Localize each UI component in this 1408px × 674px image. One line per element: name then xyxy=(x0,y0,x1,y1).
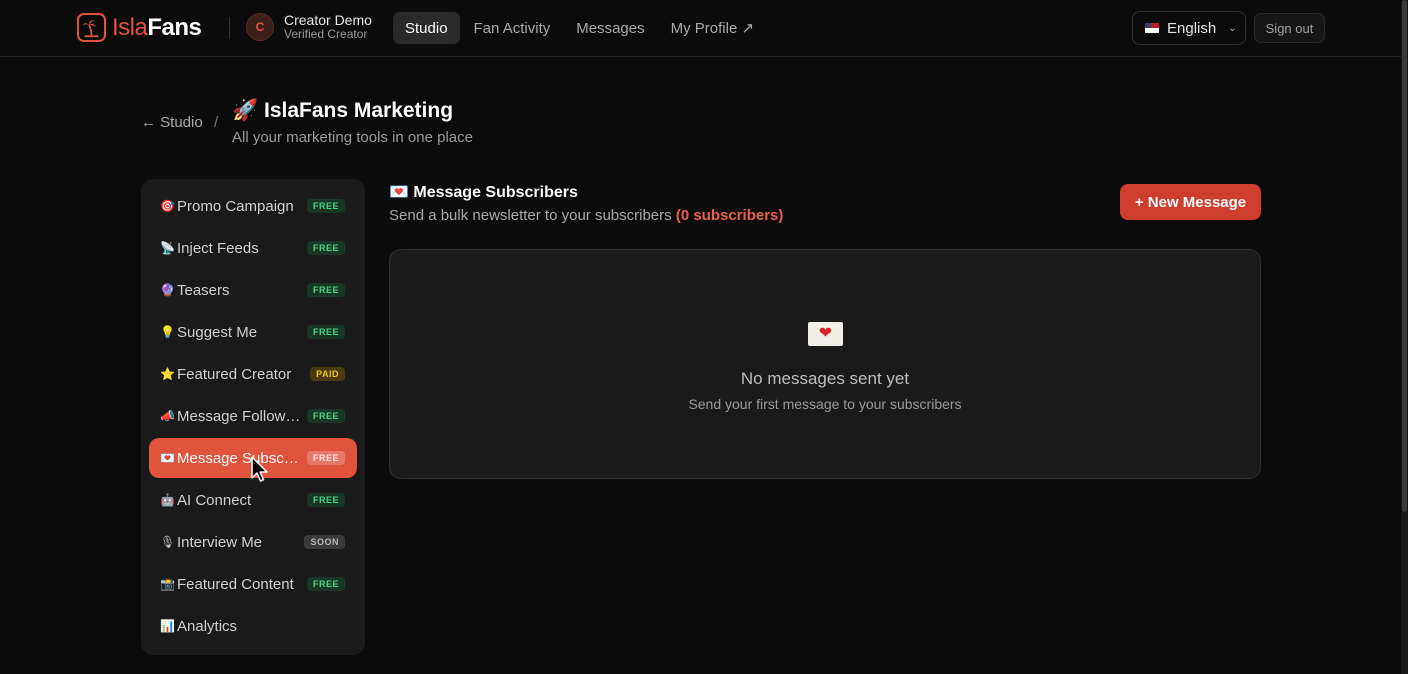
breadcrumb-separator: / xyxy=(214,114,219,131)
nav-messages[interactable]: Messages xyxy=(564,12,656,44)
paid-badge: PAID xyxy=(310,367,345,381)
sidebar-item-label: Suggest Me xyxy=(177,323,258,341)
marketing-sidebar: 🎯 Promo Campaign FREE 📡 Inject Feeds FRE… xyxy=(141,179,365,655)
robot-icon: 🤖 xyxy=(160,493,175,507)
mouse-cursor-icon xyxy=(251,456,268,482)
us-flag-icon xyxy=(1145,23,1159,33)
main-nav: Studio Fan Activity Messages My Profile … xyxy=(393,12,766,44)
empty-state-subtitle: Send your first message to your subscrib… xyxy=(688,396,962,412)
sidebar-item-featured-content[interactable]: 📸 Featured Content FREE xyxy=(149,564,357,604)
sidebar-item-interview-me[interactable]: 🎙 Interview Me SOON xyxy=(149,522,357,562)
megaphone-icon: 📣 xyxy=(160,409,175,423)
sidebar-item-label: AI Connect xyxy=(177,491,252,509)
back-to-studio-link[interactable]: ← Studio xyxy=(141,114,203,131)
free-badge: FREE xyxy=(306,409,345,423)
free-badge: FREE xyxy=(306,199,345,213)
sidebar-item-featured-creator[interactable]: ⭐ Featured Creator PAID xyxy=(149,354,357,394)
section-subtitle-text: Send a bulk newsletter to your subscribe… xyxy=(389,207,672,224)
page-title: 🚀 IslaFans Marketing xyxy=(232,99,454,122)
sidebar-item-label: Analytics xyxy=(177,617,238,635)
scrollbar-thumb[interactable] xyxy=(1402,0,1407,512)
sidebar-item-teasers[interactable]: 🔮 Teasers FREE xyxy=(149,270,357,310)
free-badge: FREE xyxy=(306,493,345,507)
sidebar-item-label: Promo Campaign xyxy=(177,197,294,215)
nav-my-profile[interactable]: My Profile ↗ xyxy=(659,12,766,44)
sidebar-item-message-followers[interactable]: 📣 Message Followers FREE xyxy=(149,396,357,436)
microphone-icon: 🎙 xyxy=(160,535,176,549)
bar-chart-icon: 📊 xyxy=(160,619,175,633)
top-bar: IslaFans C Creator Demo Verified Creator… xyxy=(0,0,1401,57)
sidebar-item-inject-feeds[interactable]: 📡 Inject Feeds FREE xyxy=(149,228,357,268)
sidebar-item-label: Interview Me xyxy=(177,533,263,551)
avatar: C xyxy=(246,13,274,41)
sidebar-item-label: Message Followers xyxy=(177,407,302,425)
sidebar-item-label: Featured Creator xyxy=(177,365,292,383)
section-title-text: Message Subscribers xyxy=(413,184,578,201)
envelope-heart-icon: ❤ xyxy=(808,322,843,346)
sidebar-item-promo-campaign[interactable]: 🎯 Promo Campaign FREE xyxy=(149,186,357,226)
star-icon: ⭐ xyxy=(160,367,175,381)
sidebar-item-analytics[interactable]: 📊 Analytics xyxy=(149,606,357,646)
user-info: C Creator Demo Verified Creator xyxy=(246,13,372,41)
sidebar-item-label: Teasers xyxy=(177,281,230,299)
soon-badge: SOON xyxy=(304,535,345,549)
sidebar-item-label: Featured Content xyxy=(177,575,294,593)
satellite-icon: 📡 xyxy=(160,241,175,255)
user-status: Verified Creator xyxy=(284,27,368,41)
language-label: English xyxy=(1167,19,1217,37)
logo-text: IslaFans xyxy=(112,13,202,41)
sidebar-item-label: Inject Feeds xyxy=(177,239,259,257)
new-message-button[interactable]: + New Message xyxy=(1120,184,1261,220)
camera-icon: 📸 xyxy=(160,577,175,591)
free-badge: FREE xyxy=(306,451,345,465)
nav-fan-activity[interactable]: Fan Activity xyxy=(462,12,563,44)
target-icon: 🎯 xyxy=(160,199,175,213)
section-subtitle: Send a bulk newsletter to your subscribe… xyxy=(389,207,783,224)
language-select[interactable]: English ⌄ xyxy=(1132,11,1246,45)
sidebar-item-ai-connect[interactable]: 🤖 AI Connect FREE xyxy=(149,480,357,520)
empty-state-title: No messages sent yet xyxy=(740,369,910,388)
section-title: 💌 Message Subscribers xyxy=(389,182,578,202)
free-badge: FREE xyxy=(306,325,345,339)
crystal-ball-icon: 🔮 xyxy=(160,283,175,297)
page-subtitle: All your marketing tools in one place xyxy=(232,129,473,146)
free-badge: FREE xyxy=(306,577,345,591)
chevron-down-icon: ⌄ xyxy=(1228,22,1237,34)
islafans-logo[interactable]: IslaFans xyxy=(77,13,202,42)
free-badge: FREE xyxy=(306,241,345,255)
love-letter-icon: 💌 xyxy=(160,451,175,465)
header-divider xyxy=(229,17,230,39)
sidebar-item-label: Message Subscribers xyxy=(177,449,302,467)
lightbulb-icon: 💡 xyxy=(160,325,175,339)
heart-icon: ❤ xyxy=(818,325,833,342)
sidebar-item-suggest-me[interactable]: 💡 Suggest Me FREE xyxy=(149,312,357,352)
free-badge: FREE xyxy=(306,283,345,297)
subscriber-count: (0 subscribers) xyxy=(675,207,784,224)
nav-studio[interactable]: Studio xyxy=(393,12,460,44)
love-letter-icon: 💌 xyxy=(389,184,409,201)
sign-out-button[interactable]: Sign out xyxy=(1254,13,1325,43)
palm-tree-icon xyxy=(77,13,106,42)
empty-state-card: ❤ No messages sent yet Send your first m… xyxy=(389,249,1261,479)
user-name: Creator Demo xyxy=(284,12,372,28)
